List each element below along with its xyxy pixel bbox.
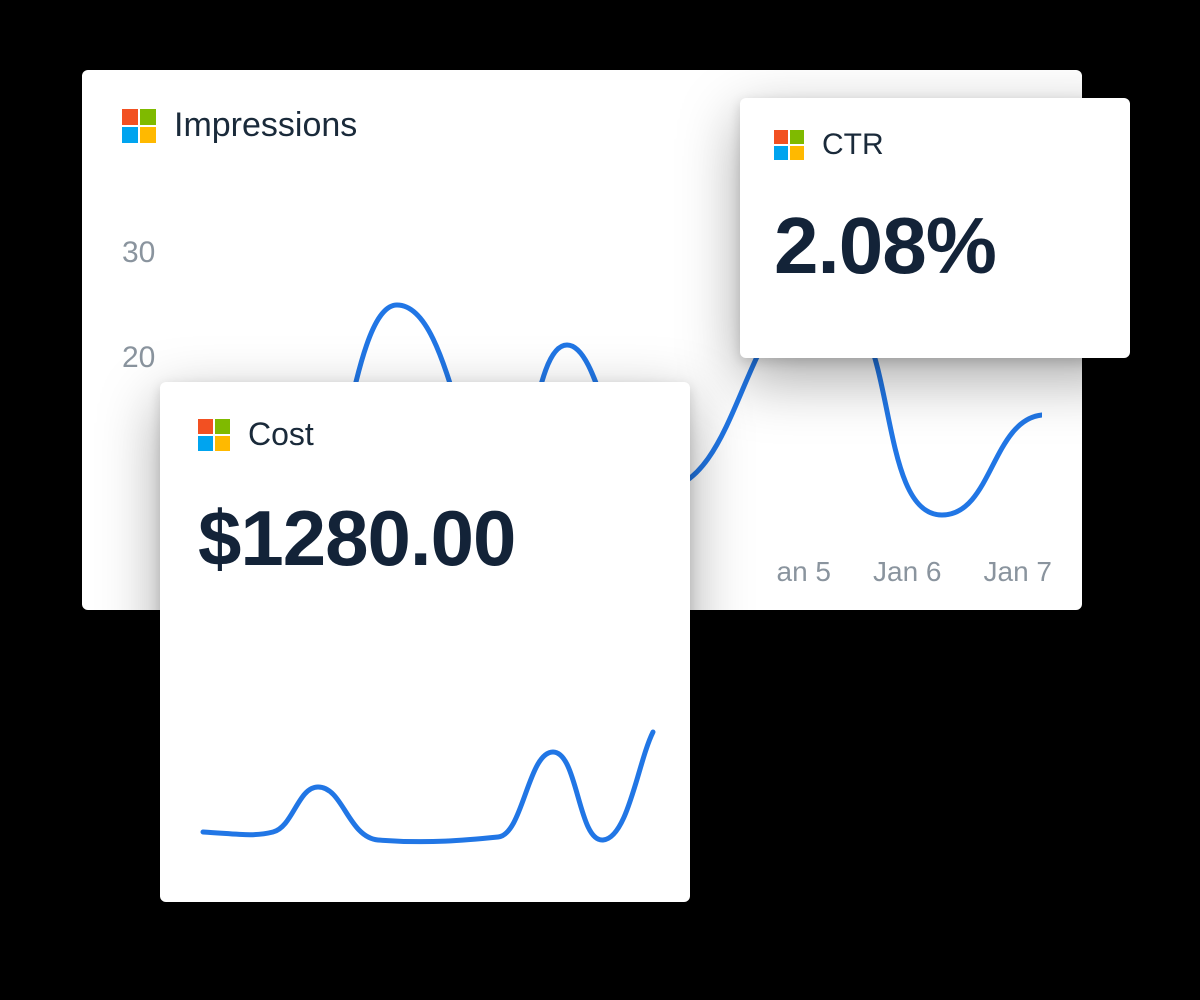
- ctr-title: CTR: [822, 128, 884, 162]
- microsoft-icon: [122, 109, 156, 143]
- ctr-value: 2.08%: [774, 200, 1096, 292]
- cost-sparkline-svg: [198, 692, 658, 872]
- y-tick-30: 30: [122, 236, 155, 270]
- impressions-title: Impressions: [174, 106, 357, 145]
- cost-value: $1280.00: [198, 493, 652, 584]
- x-tick-jan5: an 5: [777, 556, 832, 588]
- y-tick-20: 20: [122, 341, 155, 375]
- x-tick-jan6: Jan 6: [873, 556, 942, 588]
- ctr-card[interactable]: CTR 2.08%: [740, 98, 1130, 358]
- cost-title: Cost: [248, 416, 314, 453]
- x-tick-jan7: Jan 7: [984, 556, 1053, 588]
- cost-card[interactable]: Cost $1280.00: [160, 382, 690, 902]
- ctr-header: CTR: [774, 128, 1096, 162]
- microsoft-icon: [198, 419, 230, 451]
- dashboard-stage: Impressions 30 20 an 5 Jan 6 Jan 7 CTR 2…: [0, 0, 1200, 1000]
- cost-sparkline: [203, 732, 653, 842]
- cost-header: Cost: [198, 416, 652, 453]
- microsoft-icon: [774, 130, 804, 160]
